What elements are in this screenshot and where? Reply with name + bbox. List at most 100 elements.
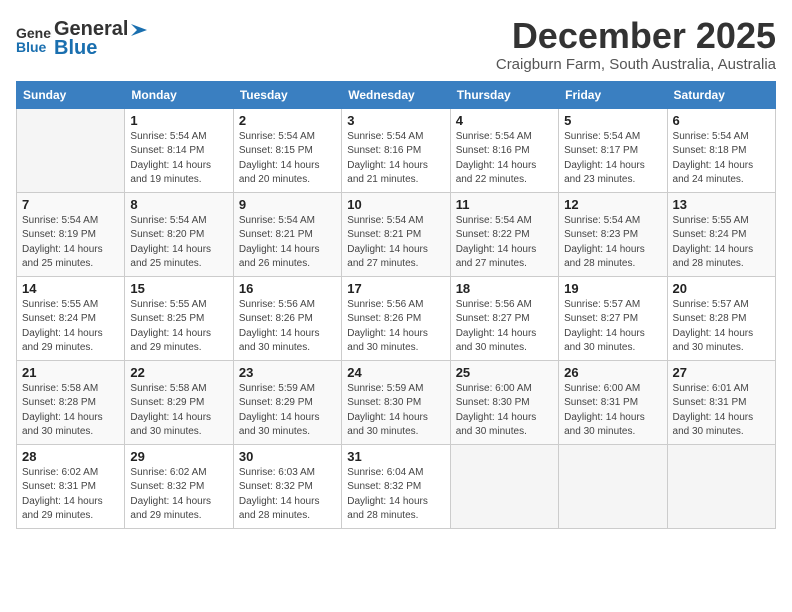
day-number: 21 <box>22 365 119 380</box>
day-info: Sunrise: 5:54 AMSunset: 8:16 PMDaylight:… <box>347 130 444 188</box>
day-number: 29 <box>130 449 227 464</box>
day-info: Sunrise: 5:54 AMSunset: 8:21 PMDaylight:… <box>239 214 336 272</box>
day-number: 17 <box>347 281 444 296</box>
calendar-cell: 27 Sunrise: 6:01 AMSunset: 8:31 PMDayligh… <box>667 360 775 444</box>
weekday-header-sunday: Sunday <box>17 81 125 108</box>
day-info: Sunrise: 6:00 AMSunset: 8:31 PMDaylight:… <box>564 382 661 440</box>
day-number: 14 <box>22 281 119 296</box>
day-number: 4 <box>456 113 553 128</box>
day-info: Sunrise: 5:54 AMSunset: 8:21 PMDaylight:… <box>347 214 444 272</box>
day-info: Sunrise: 5:55 AMSunset: 8:25 PMDaylight:… <box>130 298 227 356</box>
logo-blue: Blue <box>54 37 149 60</box>
weekday-header-friday: Friday <box>559 81 667 108</box>
day-number: 18 <box>456 281 553 296</box>
day-number: 7 <box>22 197 119 212</box>
day-info: Sunrise: 5:56 AMSunset: 8:27 PMDaylight:… <box>456 298 553 356</box>
day-number: 9 <box>239 197 336 212</box>
day-info: Sunrise: 5:57 AMSunset: 8:28 PMDaylight:… <box>673 298 770 356</box>
day-number: 16 <box>239 281 336 296</box>
calendar-cell: 31 Sunrise: 6:04 AMSunset: 8:32 PMDayligh… <box>342 444 450 528</box>
day-number: 8 <box>130 197 227 212</box>
calendar-cell: 7 Sunrise: 5:54 AMSunset: 8:19 PMDaylight… <box>17 192 125 276</box>
calendar-cell: 6 Sunrise: 5:54 AMSunset: 8:18 PMDaylight… <box>667 108 775 192</box>
day-info: Sunrise: 6:02 AMSunset: 8:32 PMDaylight:… <box>130 466 227 524</box>
weekday-header-monday: Monday <box>125 81 233 108</box>
day-info: Sunrise: 5:56 AMSunset: 8:26 PMDaylight:… <box>347 298 444 356</box>
day-number: 26 <box>564 365 661 380</box>
day-number: 1 <box>130 113 227 128</box>
day-number: 30 <box>239 449 336 464</box>
calendar-week-row: 1 Sunrise: 5:54 AMSunset: 8:14 PMDaylight… <box>17 108 776 192</box>
weekday-header-saturday: Saturday <box>667 81 775 108</box>
calendar-cell: 14Sunrise: 5:55 AMSunset: 8:24 PMDayligh… <box>17 276 125 360</box>
day-number: 5 <box>564 113 661 128</box>
day-info: Sunrise: 5:58 AMSunset: 8:29 PMDaylight:… <box>130 382 227 440</box>
calendar-cell: 26 Sunrise: 6:00 AMSunset: 8:31 PMDayligh… <box>559 360 667 444</box>
calendar-cell: 2Sunrise: 5:54 AMSunset: 8:15 PMDaylight… <box>233 108 341 192</box>
day-number: 22 <box>130 365 227 380</box>
calendar-cell: 28Sunrise: 6:02 AMSunset: 8:31 PMDayligh… <box>17 444 125 528</box>
day-info: Sunrise: 6:01 AMSunset: 8:31 PMDaylight:… <box>673 382 770 440</box>
calendar-cell: 30 Sunrise: 6:03 AMSunset: 8:32 PMDayligh… <box>233 444 341 528</box>
calendar-cell: 18 Sunrise: 5:56 AMSunset: 8:27 PMDayligh… <box>450 276 558 360</box>
day-info: Sunrise: 5:58 AMSunset: 8:28 PMDaylight:… <box>22 382 119 440</box>
weekday-header-tuesday: Tuesday <box>233 81 341 108</box>
day-info: Sunrise: 5:59 AMSunset: 8:29 PMDaylight:… <box>239 382 336 440</box>
calendar-cell: 13 Sunrise: 5:55 AMSunset: 8:24 PMDayligh… <box>667 192 775 276</box>
calendar-week-row: 28Sunrise: 6:02 AMSunset: 8:31 PMDayligh… <box>17 444 776 528</box>
day-number: 27 <box>673 365 770 380</box>
calendar-cell: 22 Sunrise: 5:58 AMSunset: 8:29 PMDayligh… <box>125 360 233 444</box>
calendar-week-row: 7 Sunrise: 5:54 AMSunset: 8:19 PMDaylight… <box>17 192 776 276</box>
day-info: Sunrise: 5:54 AMSunset: 8:17 PMDaylight:… <box>564 130 661 188</box>
calendar-cell: 25 Sunrise: 6:00 AMSunset: 8:30 PMDayligh… <box>450 360 558 444</box>
calendar-cell: 10Sunrise: 5:54 AMSunset: 8:21 PMDayligh… <box>342 192 450 276</box>
calendar-cell: 1 Sunrise: 5:54 AMSunset: 8:14 PMDaylight… <box>125 108 233 192</box>
calendar-cell: 11 Sunrise: 5:54 AMSunset: 8:22 PMDayligh… <box>450 192 558 276</box>
day-number: 19 <box>564 281 661 296</box>
day-number: 12 <box>564 197 661 212</box>
day-number: 11 <box>456 197 553 212</box>
day-number: 13 <box>673 197 770 212</box>
day-number: 3 <box>347 113 444 128</box>
calendar-cell: 17 Sunrise: 5:56 AMSunset: 8:26 PMDayligh… <box>342 276 450 360</box>
day-number: 31 <box>347 449 444 464</box>
calendar-cell: 16 Sunrise: 5:56 AMSunset: 8:26 PMDayligh… <box>233 276 341 360</box>
calendar-cell: 12 Sunrise: 5:54 AMSunset: 8:23 PMDayligh… <box>559 192 667 276</box>
day-info: Sunrise: 5:55 AMSunset: 8:24 PMDaylight:… <box>673 214 770 272</box>
calendar-cell: 23 Sunrise: 5:59 AMSunset: 8:29 PMDayligh… <box>233 360 341 444</box>
day-info: Sunrise: 5:54 AMSunset: 8:18 PMDaylight:… <box>673 130 770 188</box>
day-info: Sunrise: 5:54 AMSunset: 8:16 PMDaylight:… <box>456 130 553 188</box>
day-info: Sunrise: 6:03 AMSunset: 8:32 PMDaylight:… <box>239 466 336 524</box>
calendar-cell: 9 Sunrise: 5:54 AMSunset: 8:21 PMDaylight… <box>233 192 341 276</box>
day-info: Sunrise: 6:02 AMSunset: 8:31 PMDaylight:… <box>22 466 119 524</box>
day-info: Sunrise: 5:56 AMSunset: 8:26 PMDaylight:… <box>239 298 336 356</box>
calendar-cell <box>559 444 667 528</box>
day-info: Sunrise: 5:54 AMSunset: 8:23 PMDaylight:… <box>564 214 661 272</box>
month-title: December 2025 <box>496 16 776 56</box>
day-info: Sunrise: 5:54 AMSunset: 8:19 PMDaylight:… <box>22 214 119 272</box>
calendar-cell: 29 Sunrise: 6:02 AMSunset: 8:32 PMDayligh… <box>125 444 233 528</box>
logo: General Blue General Blue <box>16 16 149 60</box>
day-number: 25 <box>456 365 553 380</box>
day-number: 6 <box>673 113 770 128</box>
calendar-cell <box>450 444 558 528</box>
day-info: Sunrise: 5:54 AMSunset: 8:15 PMDaylight:… <box>239 130 336 188</box>
page-header: General Blue General Blue December 2025 … <box>16 16 776 73</box>
calendar-table: SundayMondayTuesdayWednesdayThursdayFrid… <box>16 81 776 529</box>
calendar-week-row: 21 Sunrise: 5:58 AMSunset: 8:28 PMDayligh… <box>17 360 776 444</box>
day-info: Sunrise: 5:57 AMSunset: 8:27 PMDaylight:… <box>564 298 661 356</box>
day-info: Sunrise: 6:00 AMSunset: 8:30 PMDaylight:… <box>456 382 553 440</box>
calendar-cell: 21 Sunrise: 5:58 AMSunset: 8:28 PMDayligh… <box>17 360 125 444</box>
calendar-cell: 8Sunrise: 5:54 AMSunset: 8:20 PMDaylight… <box>125 192 233 276</box>
calendar-cell: 3 Sunrise: 5:54 AMSunset: 8:16 PMDaylight… <box>342 108 450 192</box>
day-info: Sunrise: 5:54 AMSunset: 8:22 PMDaylight:… <box>456 214 553 272</box>
day-number: 23 <box>239 365 336 380</box>
title-block: December 2025 Craigburn Farm, South Aust… <box>496 16 776 73</box>
day-number: 15 <box>130 281 227 296</box>
day-info: Sunrise: 6:04 AMSunset: 8:32 PMDaylight:… <box>347 466 444 524</box>
day-number: 20 <box>673 281 770 296</box>
day-info: Sunrise: 5:54 AMSunset: 8:14 PMDaylight:… <box>130 130 227 188</box>
calendar-cell: 15 Sunrise: 5:55 AMSunset: 8:25 PMDayligh… <box>125 276 233 360</box>
calendar-week-row: 14Sunrise: 5:55 AMSunset: 8:24 PMDayligh… <box>17 276 776 360</box>
calendar-cell <box>17 108 125 192</box>
